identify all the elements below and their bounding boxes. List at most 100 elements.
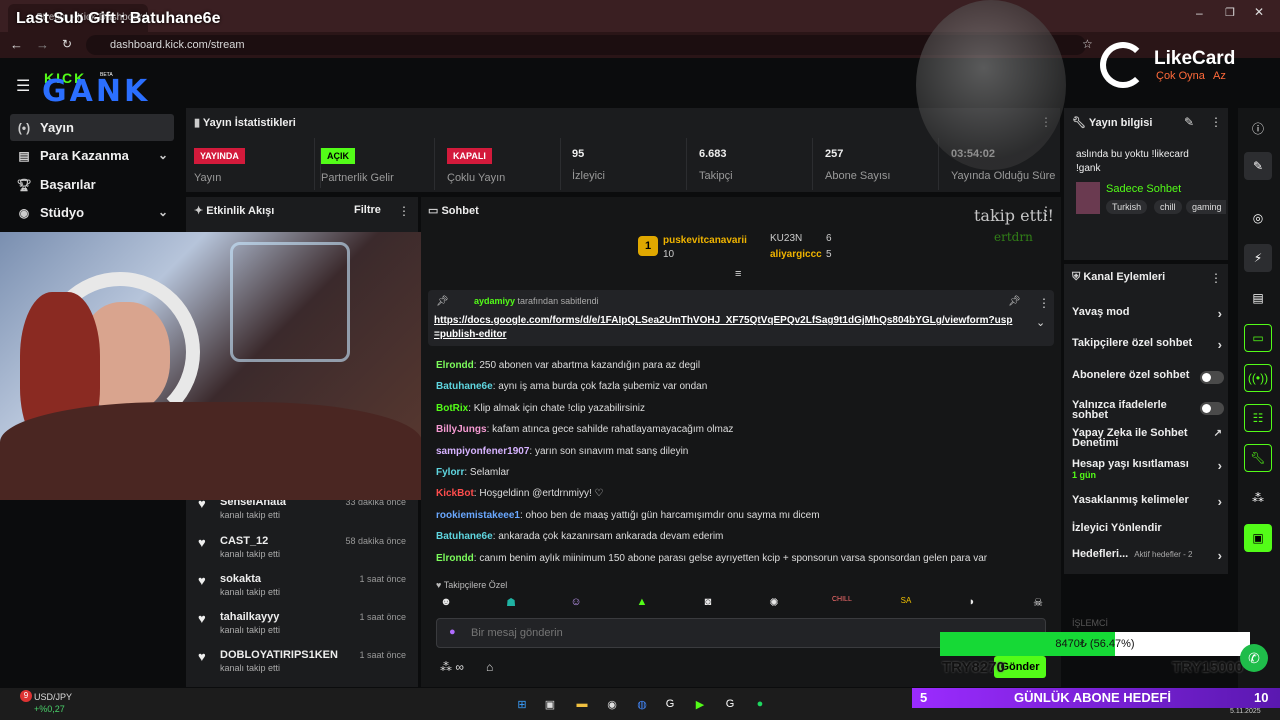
chat-rail-icon[interactable]: ▭: [1244, 324, 1272, 352]
channel-action-item[interactable]: Yalnızca ifadelerle sohbet: [1072, 400, 1224, 422]
chat-input[interactable]: [471, 623, 1011, 643]
camera-icon[interactable]: ◎: [1244, 204, 1272, 232]
app-g-icon[interactable]: G: [660, 694, 680, 714]
channel-action-item[interactable]: İzleyici Yönlendir: [1072, 522, 1224, 544]
more-icon[interactable]: ⋮: [398, 204, 410, 218]
category-name[interactable]: Sadece Sohbet: [1106, 183, 1181, 195]
grid-rail-icon[interactable]: ☷: [1244, 404, 1272, 432]
leaderboard-name-1[interactable]: puskevitcanavarii: [663, 235, 747, 246]
hamburger-menu-icon[interactable]: ☰: [16, 76, 30, 96]
pinned-link[interactable]: https://docs.google.com/forms/d/e/1FAIpQ…: [434, 314, 1014, 342]
spotify-icon[interactable]: ●: [750, 694, 770, 714]
toggle-switch[interactable]: [1200, 371, 1224, 384]
tag-chill[interactable]: chill: [1154, 200, 1182, 214]
obs-icon[interactable]: ◉: [602, 694, 622, 714]
activity-name[interactable]: CAST_12: [220, 535, 268, 547]
chat-username[interactable]: sampiyonfener1907: [436, 446, 529, 457]
windows-start-icon[interactable]: ⊞: [512, 694, 532, 714]
emote-6[interactable]: ✺: [766, 596, 782, 612]
edit-icon[interactable]: ✎: [1184, 115, 1194, 129]
kick-app-icon[interactable]: ▶: [690, 694, 710, 714]
info-icon[interactable]: ⓘ: [1244, 114, 1272, 142]
goal-left-value: TRY8270: [942, 659, 1005, 676]
channel-action-item[interactable]: Yapay Zeka ile Sohbet Denetimi ↗: [1072, 428, 1224, 450]
more-icon[interactable]: ⋮: [1210, 115, 1222, 129]
tag-turkish[interactable]: Turkish: [1106, 200, 1148, 214]
activity-name[interactable]: sokakta: [220, 573, 261, 585]
task-view-icon[interactable]: ▣: [540, 694, 560, 714]
leaderboard-name-2[interactable]: KU23N: [770, 233, 802, 244]
chrome-icon[interactable]: ◍: [632, 694, 652, 714]
emote-3[interactable]: ☺: [568, 596, 584, 612]
sidebar-item-studyo[interactable]: ◉ Stüdyo ⌄: [10, 199, 174, 226]
tag-gaming[interactable]: gaming: [1186, 200, 1226, 214]
chat-username[interactable]: BillyJungs: [436, 424, 487, 435]
file-explorer-icon[interactable]: ▬: [572, 694, 592, 714]
emote-10[interactable]: ☠: [1030, 596, 1046, 612]
bookmark-star-icon[interactable]: ☆: [1082, 37, 1093, 51]
chat-username[interactable]: KickBot: [436, 488, 474, 499]
stat-partnerlik: AÇIK Partnerlik Gelir: [320, 148, 440, 188]
plugin-icon[interactable]: ▣: [1244, 524, 1272, 552]
stat-value: 257: [825, 148, 844, 160]
channel-action-item[interactable]: Yasaklanmış kelimeler ›: [1072, 494, 1224, 516]
channel-action-item[interactable]: Takipçilere özel sohbet ›: [1072, 337, 1224, 359]
pinned-by-user[interactable]: aydamiyy: [474, 296, 515, 306]
document-icon[interactable]: ▤: [1244, 284, 1272, 312]
wrench-rail-icon[interactable]: 🔧︎: [1244, 444, 1272, 472]
emote-1[interactable]: ☻: [438, 596, 454, 612]
filter-button[interactable]: Filtre: [354, 204, 381, 216]
forward-icon[interactable]: →: [36, 37, 49, 52]
reload-icon[interactable]: ↻: [62, 37, 72, 51]
channel-action-item[interactable]: Abonelere özel sohbet: [1072, 369, 1224, 391]
chat-username[interactable]: Elrondd: [436, 360, 474, 371]
channel-action-item[interactable]: Yavaş mod ›: [1072, 306, 1224, 328]
activity-name[interactable]: DOBLOYATIRIPS1KEN: [220, 649, 338, 661]
chat-message: BillyJungs: kafam atınca gece sahilde ra…: [436, 423, 1056, 437]
stock-ticker[interactable]: USD/JPY: [34, 692, 72, 702]
store-icon[interactable]: ⌂: [486, 660, 493, 674]
chat-username[interactable]: Batuhane6e: [436, 381, 493, 392]
chat-username[interactable]: Batuhane6e: [436, 531, 493, 542]
chat-username[interactable]: Elrondd: [436, 553, 474, 564]
scroll-down-icon[interactable]: ≡: [735, 268, 741, 280]
kick-logo[interactable]: KICK BETA GANK: [42, 70, 172, 109]
sidebar-item-label: Stüdyo: [40, 205, 85, 220]
back-icon[interactable]: ←: [10, 37, 23, 52]
restore-icon[interactable]: ❐: [1225, 6, 1235, 19]
channel-action-item[interactable]: Hedefleri... Aktif hedefler - 2 ›: [1072, 548, 1224, 570]
chat-username[interactable]: Fylorr: [436, 467, 464, 478]
chat-username[interactable]: rookiemistakeee1: [436, 510, 520, 521]
lightning-icon[interactable]: ⚡︎: [1244, 244, 1272, 272]
islemci-label: İŞLEMCİ: [1072, 618, 1109, 628]
sidebar-item-yayin[interactable]: (•) Yayın: [10, 114, 174, 141]
emote-2[interactable]: ☗: [503, 596, 519, 612]
minimize-icon[interactable]: –: [1196, 6, 1203, 20]
more-icon[interactable]: ⋮: [1210, 271, 1222, 285]
broadcast-icon: (•): [17, 120, 31, 135]
emote-8[interactable]: SA: [898, 596, 914, 612]
emote-4[interactable]: ▲: [634, 596, 650, 612]
close-icon[interactable]: ✕: [1254, 5, 1264, 19]
chat-username[interactable]: BotRix: [436, 403, 468, 414]
edit-rail-icon[interactable]: ✎: [1244, 152, 1272, 180]
toggle-switch[interactable]: [1200, 402, 1224, 415]
emote-7[interactable]: CHILL: [832, 596, 852, 612]
sidebar-item-basarilar[interactable]: 🏆︎ Başarılar: [10, 171, 174, 198]
emote-picker-icon[interactable]: ⁂ ∞: [440, 660, 464, 674]
channel-action-sub: Aktif hedefler - 2: [1134, 550, 1193, 559]
leaderboard-name-3[interactable]: aliyargiccc: [770, 249, 822, 260]
channel-action-item[interactable]: Hesap yaşı kısıtlaması 1 gün ›: [1072, 458, 1224, 480]
sidebar-item-para-kazanma[interactable]: ▤ Para Kazanma ⌄: [10, 142, 174, 169]
share-icon[interactable]: ⁂: [1244, 484, 1272, 512]
app-g2-icon[interactable]: G: [720, 694, 740, 714]
broadcast-rail-icon[interactable]: ((•)): [1244, 364, 1272, 392]
emote-9[interactable]: ◗: [964, 596, 980, 612]
more-icon[interactable]: ⋮: [1038, 296, 1050, 310]
activity-name[interactable]: tahailkayyy: [220, 611, 279, 623]
unpin-icon[interactable]: 📌︎: [1008, 296, 1021, 307]
webcam-body: [0, 402, 422, 500]
expand-chevron-icon[interactable]: ⌄: [1036, 316, 1045, 329]
emote-5[interactable]: ◙: [700, 596, 716, 612]
category-thumbnail[interactable]: [1076, 182, 1100, 214]
